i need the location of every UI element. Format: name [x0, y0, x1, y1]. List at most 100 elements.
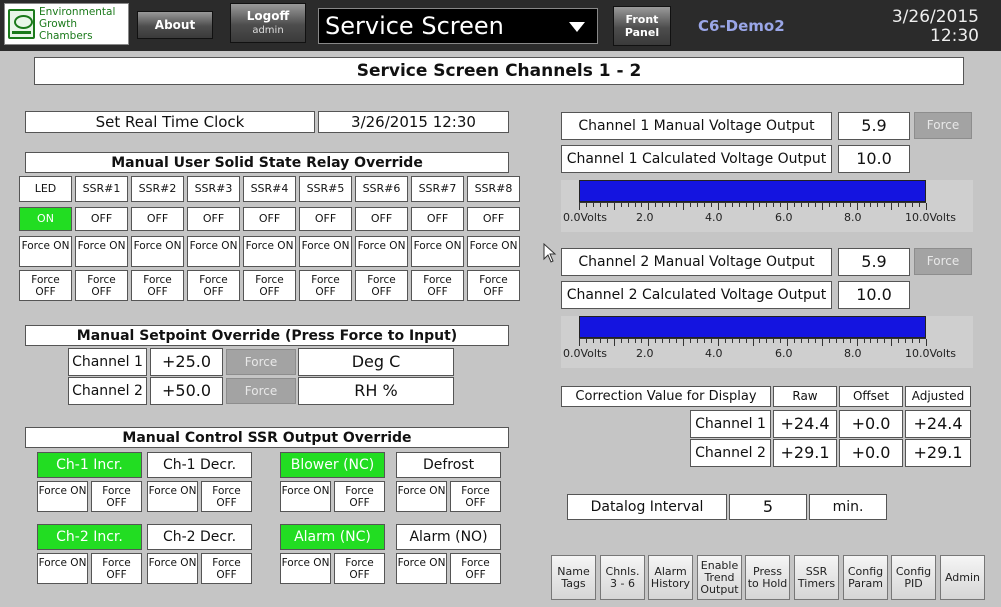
- company-logo: Environmental Growth Chambers: [4, 3, 129, 45]
- force-on-label: Force ON: [469, 240, 518, 252]
- force-on-button[interactable]: Force ON: [187, 236, 240, 267]
- setpoint-channel-label: Channel 2: [68, 377, 147, 405]
- nav-button[interactable]: Alarm History: [648, 555, 693, 600]
- bar-tick: [870, 339, 871, 343]
- bar-tick: [725, 339, 726, 343]
- force-on-button[interactable]: Force ON: [147, 481, 198, 512]
- setpoint-channel-label: Channel 1: [68, 348, 147, 376]
- correction-offset-value[interactable]: +0.0: [839, 410, 903, 438]
- voltage-bar-fill: [579, 180, 926, 202]
- force-on-button[interactable]: Force ON: [147, 553, 198, 584]
- front-panel-button[interactable]: Front Panel: [613, 6, 671, 46]
- current-user: admin: [252, 25, 284, 36]
- force-on-label: Force ON: [357, 240, 406, 252]
- force-on-button[interactable]: Force ON: [19, 236, 72, 267]
- force-on-button[interactable]: Force ON: [243, 236, 296, 267]
- force-off-button[interactable]: Force OFF: [299, 270, 352, 301]
- about-button[interactable]: About: [137, 11, 213, 39]
- bar-tick: [593, 339, 594, 343]
- force-off-button[interactable]: Force OFF: [450, 553, 501, 584]
- force-off-button[interactable]: Force OFF: [131, 270, 184, 301]
- logoff-button[interactable]: Logoff admin: [230, 3, 306, 43]
- bar-tick: [912, 203, 913, 207]
- setpoint-force-button[interactable]: Force: [226, 378, 296, 404]
- datalog-value[interactable]: 5: [729, 494, 807, 520]
- force-off-label: Force OFF: [461, 485, 490, 509]
- nav-button[interactable]: Config Param: [843, 555, 888, 600]
- bar-tick: [586, 339, 587, 343]
- manual-voltage-force-button[interactable]: Force: [914, 112, 972, 139]
- calculated-voltage-value: 10.0: [838, 145, 910, 173]
- manual-voltage-value[interactable]: 5.9: [838, 112, 910, 140]
- force-on-button[interactable]: Force ON: [396, 553, 447, 584]
- force-on-button[interactable]: Force ON: [280, 553, 331, 584]
- force-on-button[interactable]: Force ON: [411, 236, 464, 267]
- setpoint-value[interactable]: +50.0: [150, 377, 223, 405]
- force-off-button[interactable]: Force OFF: [91, 481, 142, 512]
- nav-button[interactable]: Press to Hold: [745, 555, 790, 600]
- force-on-button[interactable]: Force ON: [299, 236, 352, 267]
- force-on-button[interactable]: Force ON: [467, 236, 520, 267]
- manual-voltage-force-button[interactable]: Force: [914, 248, 972, 275]
- bar-tick: [683, 339, 684, 346]
- screen-selector[interactable]: Service Screen: [318, 8, 598, 44]
- force-off-button[interactable]: Force OFF: [75, 270, 128, 301]
- force-on-button[interactable]: Force ON: [37, 481, 88, 512]
- force-on-label: Force ON: [397, 557, 446, 569]
- nav-button[interactable]: SSR Timers: [794, 555, 839, 600]
- force-off-button[interactable]: Force OFF: [355, 270, 408, 301]
- setpoint-force-button[interactable]: Force: [226, 349, 296, 375]
- header-date: 3/26/2015: [891, 7, 979, 27]
- manual-voltage-value[interactable]: 5.9: [838, 248, 910, 276]
- correction-offset-value[interactable]: +0.0: [839, 439, 903, 467]
- bar-tick: [926, 339, 927, 346]
- bar-tick: [607, 203, 608, 207]
- force-on-button[interactable]: Force ON: [131, 236, 184, 267]
- datalog-label: Datalog Interval: [567, 494, 727, 520]
- force-off-button[interactable]: Force OFF: [201, 553, 252, 584]
- bar-tick: [655, 203, 656, 207]
- force-off-button[interactable]: Force OFF: [411, 270, 464, 301]
- bar-tick: [794, 339, 795, 343]
- nav-button[interactable]: Config PID: [891, 555, 936, 600]
- bar-tick: [739, 203, 740, 207]
- ssr-column-label: SSR#7: [411, 176, 464, 202]
- bar-tick: [808, 203, 809, 207]
- force-on-label: Force ON: [301, 240, 350, 252]
- force-on-button[interactable]: Force ON: [355, 236, 408, 267]
- bar-tick: [884, 203, 885, 207]
- force-on-label: Force ON: [133, 240, 182, 252]
- nav-button[interactable]: Enable Trend Output: [697, 555, 742, 600]
- bar-tick: [815, 339, 816, 343]
- force-off-button[interactable]: Force OFF: [467, 270, 520, 301]
- force-off-button[interactable]: Force OFF: [450, 481, 501, 512]
- bar-tick: [718, 339, 719, 346]
- force-off-button[interactable]: Force OFF: [91, 553, 142, 584]
- setpoint-value[interactable]: +25.0: [150, 348, 223, 376]
- force-off-button[interactable]: Force OFF: [334, 481, 385, 512]
- bar-tick: [732, 203, 733, 207]
- force-off-label: Force OFF: [461, 557, 490, 581]
- force-off-button[interactable]: Force OFF: [334, 553, 385, 584]
- force-off-button[interactable]: Force OFF: [19, 270, 72, 301]
- bar-tick: [662, 203, 663, 207]
- force-on-button[interactable]: Force ON: [396, 481, 447, 512]
- force-off-label: Force OFF: [311, 274, 340, 298]
- bar-tick: [669, 203, 670, 207]
- force-on-button[interactable]: Force ON: [75, 236, 128, 267]
- force-off-button[interactable]: Force OFF: [187, 270, 240, 301]
- force-on-button[interactable]: Force ON: [37, 553, 88, 584]
- nav-button[interactable]: Admin: [940, 555, 985, 600]
- bar-tick: [919, 203, 920, 207]
- force-off-label: Force OFF: [31, 274, 60, 298]
- ssr-column-label: SSR#4: [243, 176, 296, 202]
- force-off-button[interactable]: Force OFF: [201, 481, 252, 512]
- force-on-button[interactable]: Force ON: [280, 481, 331, 512]
- nav-button[interactable]: Name Tags: [551, 555, 596, 600]
- force-off-button[interactable]: Force OFF: [243, 270, 296, 301]
- bar-tick: [718, 203, 719, 210]
- nav-button[interactable]: Chnls. 3 - 6: [600, 555, 645, 600]
- bar-tick: [635, 203, 636, 207]
- clock-value[interactable]: 3/26/2015 12:30: [318, 111, 509, 133]
- bar-tick: [787, 203, 788, 210]
